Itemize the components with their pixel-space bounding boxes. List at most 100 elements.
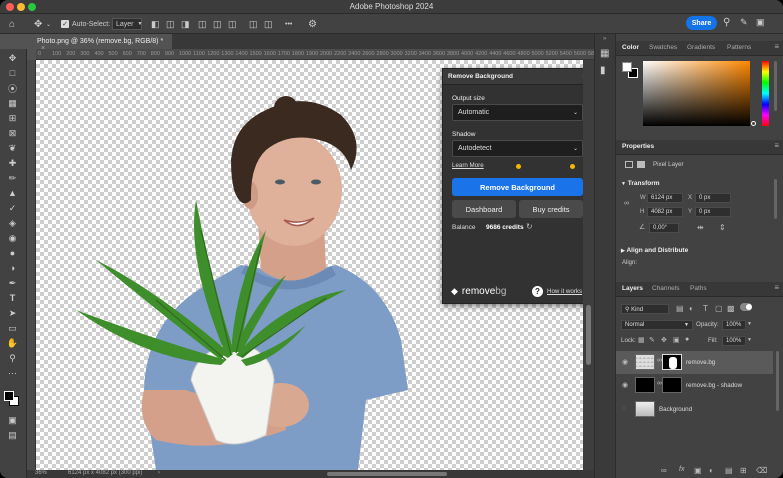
tab-patterns[interactable]: Patterns bbox=[727, 44, 751, 51]
document-tab[interactable]: Photo.png @ 36% (remove.bg, RGB/8) * × bbox=[27, 34, 172, 52]
hue-slider[interactable] bbox=[762, 61, 769, 126]
status-arrow-icon[interactable]: › bbox=[158, 470, 160, 476]
collapse-panels-icon[interactable]: » bbox=[603, 36, 606, 42]
refresh-icon[interactable]: ↻ bbox=[526, 222, 533, 231]
hand-tool-icon[interactable]: ✋ bbox=[5, 337, 20, 349]
adjustment-layer-icon[interactable]: ◐ bbox=[709, 466, 714, 475]
move-tool-icon[interactable]: ✥ bbox=[34, 18, 42, 30]
tab-channels[interactable]: Channels bbox=[652, 285, 679, 292]
plugins-icon[interactable]: ▦ bbox=[600, 48, 609, 59]
stamp-tool-icon[interactable]: ▲ bbox=[5, 187, 20, 199]
link-dimensions-icon[interactable]: ∞ bbox=[624, 200, 629, 207]
blur-tool-icon[interactable]: ● bbox=[5, 247, 20, 259]
transform-section-header[interactable]: ▼ Transform bbox=[621, 180, 660, 187]
panel-menu-icon[interactable]: ≡ bbox=[774, 283, 779, 292]
foreground-color-swatch[interactable] bbox=[4, 391, 14, 401]
path-select-icon[interactable]: ➤ bbox=[5, 307, 20, 319]
properties-scrollbar[interactable] bbox=[774, 179, 777, 219]
color-picker-cursor[interactable] bbox=[751, 121, 756, 126]
chevron-down-icon[interactable]: ▼ bbox=[747, 337, 752, 343]
fill-field[interactable]: 100% bbox=[722, 336, 746, 346]
learn-more-link[interactable]: Learn More bbox=[452, 162, 484, 169]
canvas-horizontal-scrollbar[interactable] bbox=[327, 472, 447, 476]
remove-background-button[interactable]: Remove Background bbox=[452, 178, 583, 196]
comments-icon[interactable]: ▮ bbox=[600, 65, 606, 76]
align-top-icon[interactable]: ◫ bbox=[198, 18, 207, 30]
layer-row-background[interactable]: ○ Background bbox=[616, 398, 773, 421]
opacity-field[interactable]: 100% bbox=[722, 320, 746, 330]
filter-type-icon[interactable]: T bbox=[703, 304, 708, 313]
foreground-color-chip[interactable] bbox=[622, 62, 632, 72]
lock-all-icon[interactable]: ● bbox=[685, 336, 689, 343]
chevron-down-icon[interactable]: ▼ bbox=[747, 321, 752, 327]
tool-preset-chevron-icon[interactable]: ⌄ bbox=[46, 18, 51, 30]
how-it-works-link[interactable]: How it works bbox=[547, 288, 582, 295]
panel-menu-icon[interactable]: ≡ bbox=[774, 141, 779, 150]
layer-row-remove-bg-shadow[interactable]: ◉ ∞ remove.bg - shadow bbox=[616, 374, 773, 397]
share-button[interactable]: Share bbox=[686, 16, 717, 30]
lock-position-icon[interactable]: ✥ bbox=[661, 336, 667, 344]
align-middle-icon[interactable]: ◫ bbox=[213, 18, 222, 30]
document-canvas[interactable]: Remove Background ≡ Output size Automati… bbox=[36, 60, 583, 470]
y-field[interactable]: 0 px bbox=[695, 207, 731, 217]
canvas-vertical-scrollbar[interactable] bbox=[583, 60, 594, 470]
paint-bucket-icon[interactable]: ◉ bbox=[5, 232, 20, 244]
layer-mask-thumbnail[interactable] bbox=[662, 377, 682, 393]
auto-select-checkbox[interactable]: ✓ bbox=[61, 20, 69, 28]
height-field[interactable]: 4082 px bbox=[647, 207, 683, 217]
healing-brush-icon[interactable]: ✚ bbox=[5, 157, 20, 169]
new-layer-icon[interactable]: ⊞ bbox=[740, 466, 747, 475]
dashboard-button[interactable]: Dashboard bbox=[452, 200, 516, 218]
layer-mask-thumbnail[interactable] bbox=[662, 354, 682, 370]
edit-toolbar-icon[interactable]: ⋯ bbox=[5, 367, 20, 379]
delete-layer-icon[interactable]: ⌫ bbox=[756, 466, 767, 475]
distribute-icon[interactable]: ◫ bbox=[249, 18, 258, 30]
layer-name[interactable]: remove.bg - shadow bbox=[686, 382, 742, 389]
lasso-tool-icon[interactable]: ⦿ bbox=[5, 82, 20, 94]
tab-swatches[interactable]: Swatches bbox=[649, 44, 677, 51]
fx-icon[interactable]: fx bbox=[679, 466, 684, 473]
filter-pixel-icon[interactable]: ▤ bbox=[676, 304, 684, 313]
align-right-icon[interactable]: ◨ bbox=[181, 18, 190, 30]
align-center-icon[interactable]: ◫ bbox=[166, 18, 175, 30]
more-options-icon[interactable]: ••• bbox=[285, 18, 292, 30]
filter-shape-icon[interactable]: ▢ bbox=[715, 304, 723, 313]
layer-name[interactable]: Background bbox=[659, 406, 692, 413]
x-field[interactable]: 0 px bbox=[695, 193, 731, 203]
object-select-tool-icon[interactable]: ▦ bbox=[5, 97, 20, 109]
rectangle-tool-icon[interactable]: ▭ bbox=[5, 322, 20, 334]
layer-row-remove-bg[interactable]: ◉ ∞ remove.bg bbox=[616, 351, 773, 374]
fg-bg-color-icon[interactable] bbox=[622, 62, 638, 78]
help-circle-icon[interactable]: ? bbox=[532, 286, 543, 297]
angle-field[interactable]: 0,00° bbox=[649, 223, 679, 233]
workspace-icon[interactable]: ▣ bbox=[756, 16, 765, 28]
layer-name[interactable]: remove.bg bbox=[686, 359, 715, 366]
tab-color[interactable]: Color bbox=[622, 44, 639, 51]
eyedropper-tool-icon[interactable]: ❦ bbox=[5, 142, 20, 154]
zoom-level[interactable]: 36% bbox=[35, 470, 47, 476]
frame-tool-icon[interactable]: ⊠ bbox=[5, 127, 20, 139]
crop-tool-icon[interactable]: ⊞ bbox=[5, 112, 20, 124]
tab-gradients[interactable]: Gradients bbox=[687, 44, 715, 51]
search-icon[interactable]: ⚲ bbox=[723, 16, 730, 28]
tab-layers[interactable]: Layers bbox=[622, 285, 643, 292]
color-picker-field[interactable] bbox=[643, 61, 750, 126]
layer-kind-filter[interactable]: ⚲ Kind bbox=[621, 304, 669, 314]
visibility-eye-icon[interactable]: ◉ bbox=[622, 358, 628, 366]
type-tool-icon[interactable]: T bbox=[5, 292, 20, 304]
zoom-tool-icon[interactable]: ⚲ bbox=[5, 352, 20, 364]
eraser-tool-icon[interactable]: ◈ bbox=[5, 217, 20, 229]
learn-icon[interactable]: ✎ bbox=[740, 16, 748, 28]
align-left-icon[interactable]: ◧ bbox=[151, 18, 160, 30]
filter-smart-object-icon[interactable]: ▩ bbox=[727, 304, 735, 313]
lock-transparent-icon[interactable]: ▦ bbox=[638, 336, 645, 344]
buy-credits-button[interactable]: Buy credits bbox=[519, 200, 583, 218]
lock-artboard-icon[interactable]: ▣ bbox=[673, 336, 680, 344]
screen-mode-icon[interactable]: ▤ bbox=[5, 429, 20, 441]
history-brush-icon[interactable]: ✓ bbox=[5, 202, 20, 214]
flip-vertical-icon[interactable]: ⇕ bbox=[719, 223, 726, 232]
lock-image-icon[interactable]: ✎ bbox=[649, 336, 655, 344]
shadow-select[interactable]: Autodetect ⌄ bbox=[452, 140, 583, 157]
move-tool-icon[interactable]: ✥ bbox=[5, 52, 20, 64]
output-size-select[interactable]: Automatic ⌄ bbox=[452, 104, 583, 121]
